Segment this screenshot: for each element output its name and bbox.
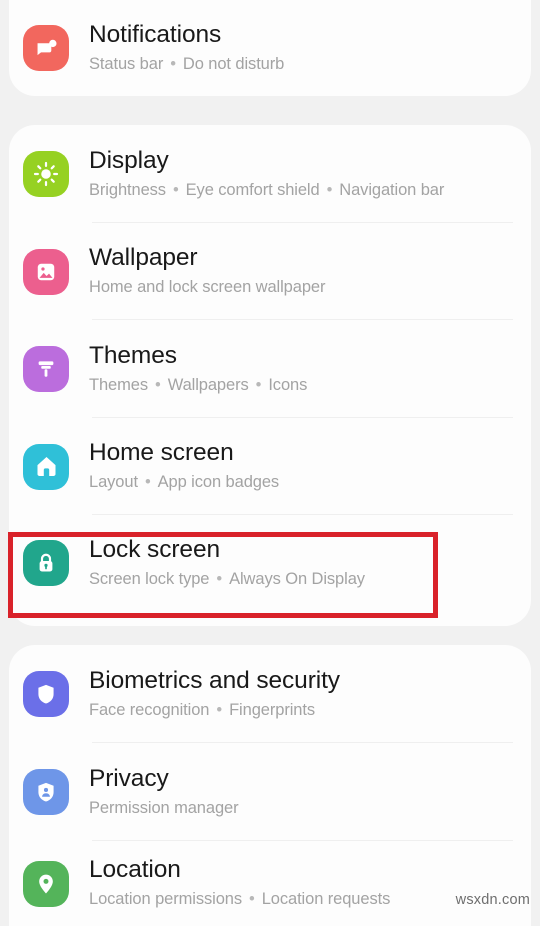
settings-row-home-screen[interactable]: Home screen Layout • App icon badges	[9, 418, 531, 515]
settings-row-title: Lock screen	[89, 535, 220, 563]
settings-row-title: Wallpaper	[89, 244, 198, 272]
settings-card-notifications: Notifications Status bar • Do not disturb	[9, 0, 531, 96]
settings-card-security-group: Biometrics and security Face recognition…	[9, 645, 531, 926]
settings-row-privacy[interactable]: Privacy Permission manager	[9, 743, 531, 841]
image-picture-icon	[23, 248, 69, 295]
row-text-group: Lock screen Screen lock type • Always On D…	[89, 536, 365, 590]
shield-person-icon	[23, 769, 69, 815]
settings-row-title: Themes	[89, 341, 177, 369]
settings-row-subtitle: Screen lock type • Always On Display	[89, 568, 365, 590]
row-text-group: Wallpaper Home and lock screen wallpaper	[89, 244, 325, 298]
bullet-separator-icon: •	[249, 890, 255, 909]
settings-row-title: Notifications	[89, 20, 222, 48]
settings-row-subtitle: Home and lock screen wallpaper	[89, 278, 326, 297]
settings-row-title: Biometrics and security	[89, 666, 340, 694]
settings-row-title: Location	[89, 856, 181, 884]
settings-row-title: Display	[89, 146, 169, 174]
bullet-separator-icon: •	[255, 375, 262, 394]
settings-row-title: Home screen	[89, 439, 234, 467]
row-text-group: Location Location permissions • Location r…	[89, 856, 390, 910]
settings-row-location[interactable]: Location Location permissions • Location r…	[9, 841, 531, 926]
settings-row-subtitle: Layout • App icon badges	[89, 471, 279, 493]
watermark-text: wsxdn.com	[455, 892, 530, 908]
row-text-group: Notifications Status bar • Do not disturb	[89, 21, 284, 75]
settings-row-lock-screen[interactable]: Lock screen Screen lock type • Always On D…	[9, 515, 531, 611]
settings-row-wallpaper[interactable]: Wallpaper Home and lock screen wallpaper	[9, 223, 531, 320]
settings-row-notifications[interactable]: Notifications Status bar • Do not disturb	[9, 0, 531, 96]
bullet-separator-icon: •	[216, 700, 223, 719]
settings-screen: Notifications Status bar • Do not disturb	[0, 0, 540, 926]
bullet-separator-icon: •	[170, 54, 176, 73]
brightness-sun-icon	[23, 151, 69, 197]
settings-row-subtitle: Status bar • Do not disturb	[89, 53, 284, 75]
bullet-separator-icon: •	[216, 569, 223, 588]
home-house-icon	[23, 443, 69, 490]
settings-row-title: Privacy	[89, 764, 169, 792]
row-text-group: Display Brightness • Eye comfort shield • Na…	[89, 147, 444, 201]
bullet-separator-icon: •	[326, 180, 333, 199]
settings-card-display-group: Display Brightness • Eye comfort shield • Na…	[9, 125, 531, 626]
settings-row-subtitle: Location permissions • Location requests	[89, 888, 390, 910]
paint-roller-icon	[23, 346, 69, 392]
padlock-icon	[23, 540, 69, 586]
bullet-separator-icon: •	[144, 473, 151, 492]
settings-row-subtitle: Permission manager	[89, 798, 239, 817]
settings-row-subtitle: Brightness • Eye comfort shield • Navigation…	[89, 179, 444, 201]
bullet-separator-icon: •	[172, 180, 179, 199]
settings-row-biometrics-and-security[interactable]: Biometrics and security Face recognition…	[9, 645, 531, 743]
location-pin-icon	[23, 860, 69, 907]
notifications-icon	[23, 25, 69, 71]
row-text-group: Biometrics and security Face recognition…	[89, 667, 340, 721]
settings-row-subtitle: Face recognition • Fingerprints	[89, 699, 340, 721]
settings-row-subtitle: Themes • Wallpapers • Icons	[89, 374, 307, 396]
row-text-group: Home screen Layout • App icon badges	[89, 439, 279, 493]
row-text-group: Privacy Permission manager	[89, 765, 239, 819]
settings-row-themes[interactable]: Themes Themes • Wallpapers • Icons	[9, 320, 531, 418]
row-text-group: Themes Themes • Wallpapers • Icons	[89, 342, 307, 396]
shield-icon	[23, 671, 69, 717]
bullet-separator-icon: •	[155, 375, 161, 394]
settings-row-display[interactable]: Display Brightness • Eye comfort shield • Na…	[9, 125, 531, 223]
